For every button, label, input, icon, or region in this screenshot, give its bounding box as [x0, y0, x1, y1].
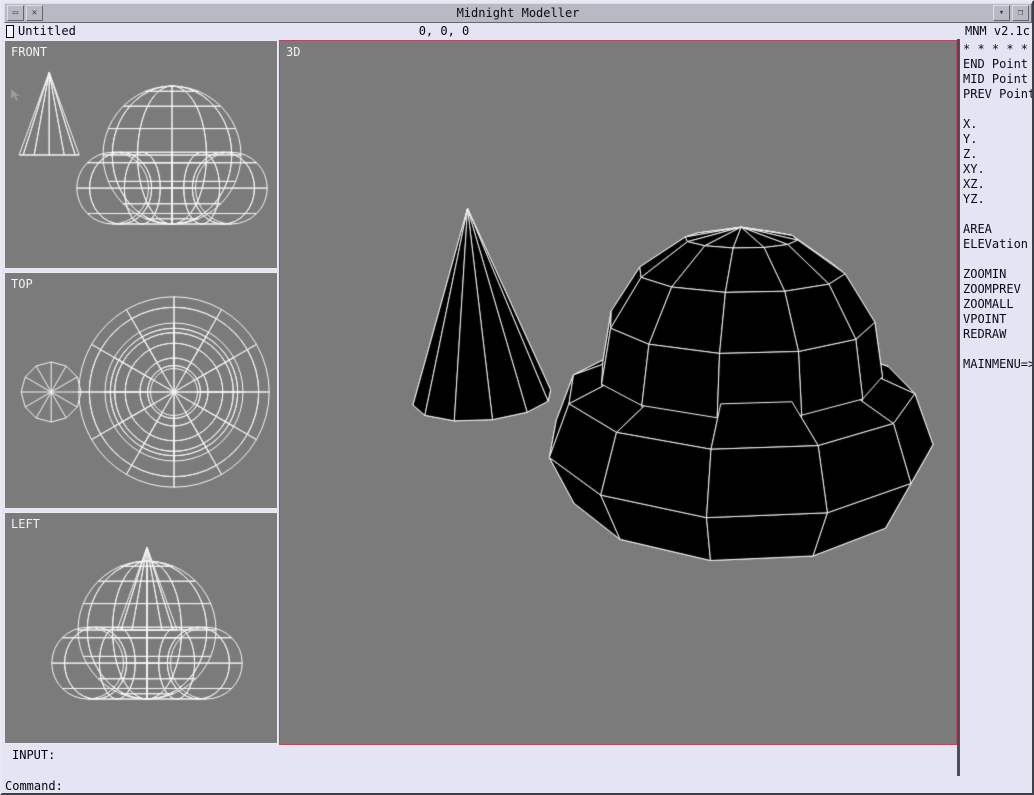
top-viewport[interactable]: TOP [4, 272, 278, 509]
top-viewport-label: TOP [11, 277, 33, 291]
menu-item[interactable]: VPOINT [960, 312, 1034, 327]
menu-item[interactable]: PREV Point [960, 87, 1034, 102]
status-bar: INPUT: Command: [4, 746, 957, 795]
menu-item[interactable]: * * * * * * [960, 42, 1034, 57]
menu-item[interactable]: XY. [960, 162, 1034, 177]
main-3d-viewport-label: 3D [286, 45, 300, 59]
menu-item[interactable]: ZOOMPREV [960, 282, 1034, 297]
front-view-canvas[interactable] [5, 41, 277, 268]
main-3d-viewport[interactable]: 3D [279, 40, 957, 745]
menu-item[interactable]: ELEVation [960, 237, 1034, 252]
input-label: INPUT: [12, 748, 55, 762]
mouse-cursor [10, 87, 22, 106]
menu-item[interactable]: AREA [960, 222, 1034, 237]
command-menu-list: * * * * * *END PointMID PointPREV Point X… [960, 42, 1034, 372]
menu-item[interactable]: YZ. [960, 192, 1034, 207]
window-title: Midnight Modeller [43, 6, 993, 20]
main-3d-canvas[interactable] [280, 41, 956, 744]
menu-item[interactable]: Z. [960, 147, 1034, 162]
menu-item[interactable]: X. [960, 117, 1034, 132]
menu-item[interactable]: MID Point [960, 72, 1034, 87]
coordinates-readout: 0, 0, 0 [402, 24, 486, 38]
left-view-canvas[interactable] [5, 513, 277, 743]
titlebar-menu-button[interactable]: ▭ [7, 5, 24, 21]
menu-item[interactable]: ZOOMALL [960, 297, 1034, 312]
menu-item[interactable]: Y. [960, 132, 1034, 147]
titlebar-close-button[interactable]: ✕ [26, 5, 43, 21]
left-viewport[interactable]: LEFT [4, 512, 278, 744]
titlebar-maximize-button[interactable]: ❒ [1012, 5, 1029, 21]
menu-item[interactable]: MAINMENU=> [960, 357, 1034, 372]
titlebar[interactable]: ▭ ✕ Midnight Modeller ▾ ❒ [4, 3, 1032, 23]
left-viewport-label: LEFT [11, 517, 40, 531]
top-view-canvas[interactable] [5, 273, 277, 508]
menu-item[interactable]: XZ. [960, 177, 1034, 192]
titlebar-iconify-button[interactable]: ▾ [993, 5, 1010, 21]
menu-spacer [960, 252, 1034, 267]
command-menu-sidebar: * * * * * *END PointMID PointPREV Point X… [957, 39, 1034, 776]
menu-spacer [960, 102, 1034, 117]
filename-label: Untitled [18, 24, 76, 38]
menu-item[interactable]: END Point [960, 57, 1034, 72]
front-viewport[interactable]: FRONT [4, 40, 278, 269]
header-bar: Untitled 0, 0, 0 MNM v2.1c [4, 24, 1034, 39]
command-label: Command: [5, 779, 63, 793]
front-viewport-label: FRONT [11, 45, 47, 59]
app-window: ▭ ✕ Midnight Modeller ▾ ❒ Untitled 0, 0,… [0, 0, 1034, 795]
menu-item[interactable]: ZOOMIN [960, 267, 1034, 282]
app-version-label: MNM v2.1c [965, 24, 1030, 38]
menu-spacer [960, 342, 1034, 357]
text-cursor [6, 25, 14, 38]
menu-spacer [960, 207, 1034, 222]
menu-item[interactable]: REDRAW [960, 327, 1034, 342]
